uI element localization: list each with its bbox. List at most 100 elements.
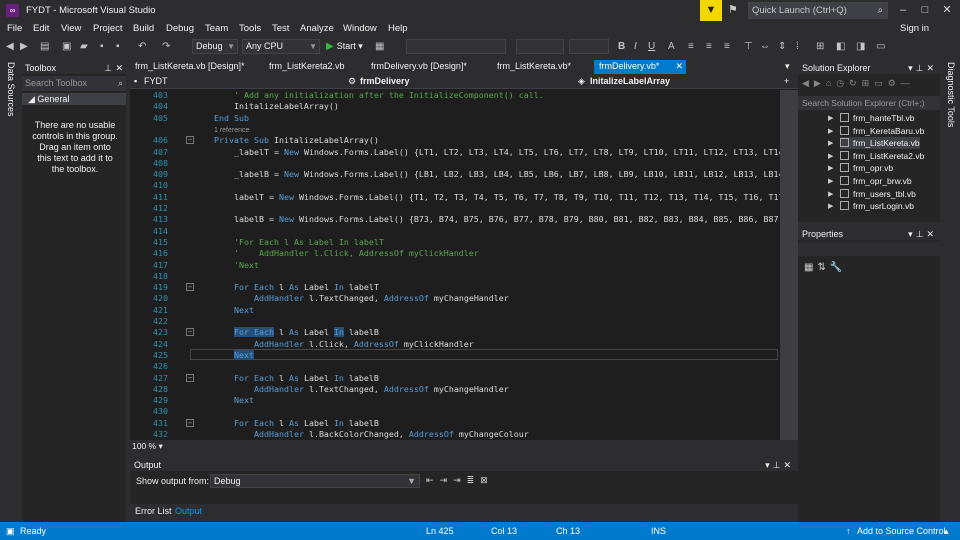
code-line[interactable]: labelT = New Windows.Forms.Label() {T1, …: [234, 192, 780, 202]
code-editor[interactable]: ▪ FYDT ⚙ frmDelivery ◈ InitalizeLabelArr…: [130, 74, 798, 452]
tab-frm-listkereta-design[interactable]: frm_ListKereta.vb [Design]*: [130, 60, 254, 74]
zoom-level[interactable]: 100 %: [132, 441, 156, 451]
code-line[interactable]: Next: [234, 305, 254, 315]
code-line[interactable]: AddHandler l.Click, AddressOf myClickHan…: [254, 339, 474, 349]
save-all-icon[interactable]: ▪: [116, 40, 120, 53]
browser-link-icon[interactable]: ▦: [375, 40, 384, 53]
target-combo[interactable]: [406, 39, 506, 54]
collapse-icon[interactable]: −: [186, 136, 194, 145]
tab-frmdelivery[interactable]: frmDelivery.vb* ✕: [594, 60, 686, 74]
expand-icon[interactable]: ▶: [828, 127, 833, 135]
collapse-icon[interactable]: −: [186, 418, 194, 427]
expand-icon[interactable]: ▶: [828, 139, 833, 147]
close-icon[interactable]: ✕: [115, 62, 123, 74]
expand-icon[interactable]: ▶: [828, 177, 833, 185]
code-line[interactable]: 'For Each l As Label In labelT: [234, 237, 384, 247]
align-left-icon[interactable]: ≡: [688, 40, 694, 53]
code-line[interactable]: _labelB = New Windows.Forms.Label() {LB1…: [234, 169, 780, 179]
menu-project[interactable]: Project: [93, 23, 123, 34]
code-line[interactable]: Next: [234, 349, 254, 360]
output-source-select[interactable]: Debug ▼: [210, 474, 420, 488]
size-height-icon[interactable]: ⇕: [778, 40, 786, 53]
start-button[interactable]: ▶ Start ▾: [326, 40, 363, 53]
font-size-combo[interactable]: [569, 39, 609, 54]
expand-icon[interactable]: ▶: [828, 190, 833, 198]
notification-flag-icon[interactable]: ⚑: [728, 3, 742, 17]
code-line[interactable]: ' AddHandler l.Click, AddressOf myClickH…: [234, 248, 479, 258]
code-line[interactable]: For Each l As Label In labelB: [234, 373, 379, 383]
solution-file-item[interactable]: frm_hanteTbl.vb: [840, 112, 914, 124]
add-to-source-control-button[interactable]: Add to Source Control: [857, 522, 946, 540]
solution-file-item[interactable]: frm_users_tbl.vb: [840, 188, 916, 200]
code-line[interactable]: _labelT = New Windows.Forms.Label() {LT1…: [234, 147, 780, 157]
toolbox-group-general[interactable]: ◢ General: [22, 93, 126, 105]
tab-output[interactable]: Output: [172, 505, 205, 517]
close-tab-icon[interactable]: ✕: [675, 60, 683, 73]
panel-controls-icon[interactable]: ▾⊥✕: [765, 459, 794, 471]
solution-platform-select[interactable]: Any CPU ▼: [242, 39, 320, 54]
class-nav-dropdown[interactable]: frmDelivery: [360, 76, 410, 87]
code-line[interactable]: labelB = New Windows.Forms.Label() {B73,…: [234, 214, 780, 224]
code-line[interactable]: Next: [234, 395, 254, 405]
size-width-icon[interactable]: ⇔: [760, 40, 770, 53]
forward-icon[interactable]: ▶: [20, 40, 28, 53]
tab-error-list[interactable]: Error List: [132, 505, 175, 517]
panel-controls-icon[interactable]: ▾⊥✕: [908, 62, 937, 74]
spacing-icon[interactable]: ⁞: [796, 40, 799, 53]
collapse-icon[interactable]: −: [186, 328, 194, 337]
collapse-icon[interactable]: −: [186, 373, 194, 382]
output-toolbar[interactable]: ⇤⇥⇥≣⊠: [426, 475, 494, 486]
underline-icon[interactable]: U: [648, 40, 655, 53]
menu-debug[interactable]: Debug: [166, 23, 194, 34]
solution-file-item[interactable]: frm_usrLogin.vb: [840, 200, 914, 212]
collapse-icon[interactable]: −: [186, 283, 194, 292]
diagnostic-tools-tab[interactable]: Diagnostic Tools: [946, 62, 956, 127]
open-file-icon[interactable]: ▰: [80, 40, 88, 53]
vertical-scrollbar[interactable]: [780, 90, 798, 440]
align-center-icon[interactable]: ≡: [706, 40, 712, 53]
code-line[interactable]: End Sub: [214, 113, 249, 123]
code-area[interactable]: 403 ' Add any initialization after the In…: [130, 90, 780, 440]
code-line[interactable]: ' Add any initialization after the Initi…: [234, 90, 544, 100]
align-top-icon[interactable]: ⊤: [744, 40, 753, 53]
new-project-icon[interactable]: ▣: [62, 40, 71, 53]
menu-team[interactable]: Team: [205, 23, 228, 34]
undo-icon[interactable]: ↶: [138, 40, 146, 53]
code-line[interactable]: 1 reference: [214, 124, 249, 134]
close-icon[interactable]: ✕: [936, 2, 958, 18]
minimize-icon[interactable]: –: [892, 2, 914, 18]
menu-window[interactable]: Window: [343, 23, 377, 34]
font-name-combo[interactable]: [516, 39, 564, 54]
expand-icon[interactable]: ▶: [828, 202, 833, 210]
pin-icon[interactable]: ⊥: [104, 62, 112, 74]
code-line[interactable]: Private Sub InitalizeLabelArray(): [214, 135, 379, 145]
maximize-icon[interactable]: □: [914, 2, 936, 18]
menu-file[interactable]: File: [7, 23, 22, 34]
redo-icon[interactable]: ↷: [162, 40, 170, 53]
toolbox-icon[interactable]: ▤: [40, 40, 49, 53]
solution-file-item[interactable]: frm_KeretaBaru.vb: [840, 125, 924, 137]
tab-frmdelivery-design[interactable]: frmDelivery.vb [Design]*: [366, 60, 482, 74]
menu-view[interactable]: View: [61, 23, 81, 34]
code-line[interactable]: For Each l As Label In labelB: [234, 418, 379, 428]
font-color-icon[interactable]: A: [668, 40, 675, 53]
solution-file-item[interactable]: frm_ListKereta.vb: [840, 137, 920, 150]
back-icon[interactable]: ◀: [6, 40, 14, 53]
lock-icon[interactable]: ▭: [876, 40, 885, 53]
code-line[interactable]: AddHandler l.BackColorChanged, AddressOf…: [254, 429, 529, 439]
toolbox-search-input[interactable]: Search Toolbox ⌕: [22, 76, 126, 91]
solution-file-item[interactable]: frm_ListKereta2.vb: [840, 150, 924, 162]
tab-frm-listkereta[interactable]: frm_ListKereta.vb*: [492, 60, 588, 74]
code-line[interactable]: InitalizeLabelArray(): [234, 101, 339, 111]
solution-file-item[interactable]: frm_opr_brw.vb: [840, 175, 912, 187]
menu-help[interactable]: Help: [388, 23, 408, 34]
split-editor-icon[interactable]: +: [784, 76, 789, 87]
data-sources-tab[interactable]: Data Sources: [6, 62, 16, 117]
project-nav-dropdown[interactable]: FYDT: [144, 76, 168, 87]
align-right-icon[interactable]: ≡: [724, 40, 730, 53]
save-icon[interactable]: ▪: [100, 40, 104, 53]
menu-build[interactable]: Build: [133, 23, 154, 34]
properties-object-select[interactable]: [798, 242, 940, 256]
tab-frm-listkereta2[interactable]: frm_ListKereta2.vb: [264, 60, 354, 74]
quick-launch-input[interactable]: Quick Launch (Ctrl+Q) ⌕: [748, 2, 888, 19]
